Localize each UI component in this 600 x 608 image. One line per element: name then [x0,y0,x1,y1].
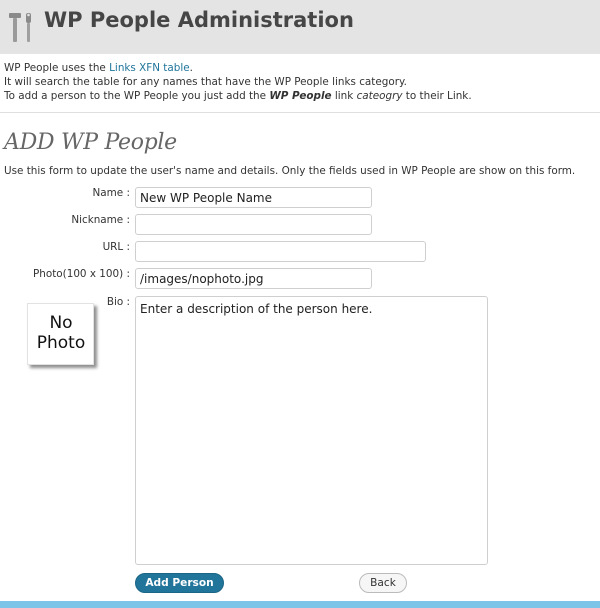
nickname-label: Nickname : [71,214,130,226]
name-label: Name : [92,187,130,199]
intro-line-3-prefix: To add a person to the WP People you jus… [4,90,270,102]
links-xfn-table-link[interactable]: Links XFN table [109,62,189,74]
intro-line-1: WP People uses the Links XFN table. [4,61,594,75]
photo-label: Photo(100 x 100) : [33,268,130,280]
url-input[interactable] [135,241,426,262]
name-input[interactable] [135,187,372,208]
intro-line-3-mid: link [331,90,357,102]
form-description: Use this form to update the user's name … [4,165,576,177]
no-photo-image: No Photo [27,303,94,365]
no-photo-line-2: Photo [37,333,86,353]
photo-input[interactable] [135,268,372,289]
intro-line-1-suffix: . [189,62,193,74]
no-photo-line-1: No [49,313,72,333]
intro-line-2: It will search the table for any names t… [4,76,407,88]
intro-line-1-prefix: WP People uses the [4,62,110,74]
intro-text: WP People uses the Links XFN table. It w… [4,61,594,103]
intro-line-3-italic: cateogry [356,90,403,102]
page-header: WP People Administration [0,0,600,54]
divider [0,112,600,113]
add-person-button[interactable]: Add Person [135,573,224,593]
tools-icon [6,10,38,46]
nickname-input[interactable] [135,214,372,235]
bio-textarea[interactable]: Enter a description of the person here. [135,296,488,565]
intro-line-3-bold: WP People [269,90,332,102]
page-title: WP People Administration [44,8,354,32]
footer-bar [0,601,600,608]
back-button[interactable]: Back [359,573,407,593]
intro-line-3-suffix: to their Link. [402,90,472,102]
section-title: ADD WP People [4,130,177,155]
intro-line-3: To add a person to the WP People you jus… [4,89,594,103]
url-label: URL : [102,241,130,253]
